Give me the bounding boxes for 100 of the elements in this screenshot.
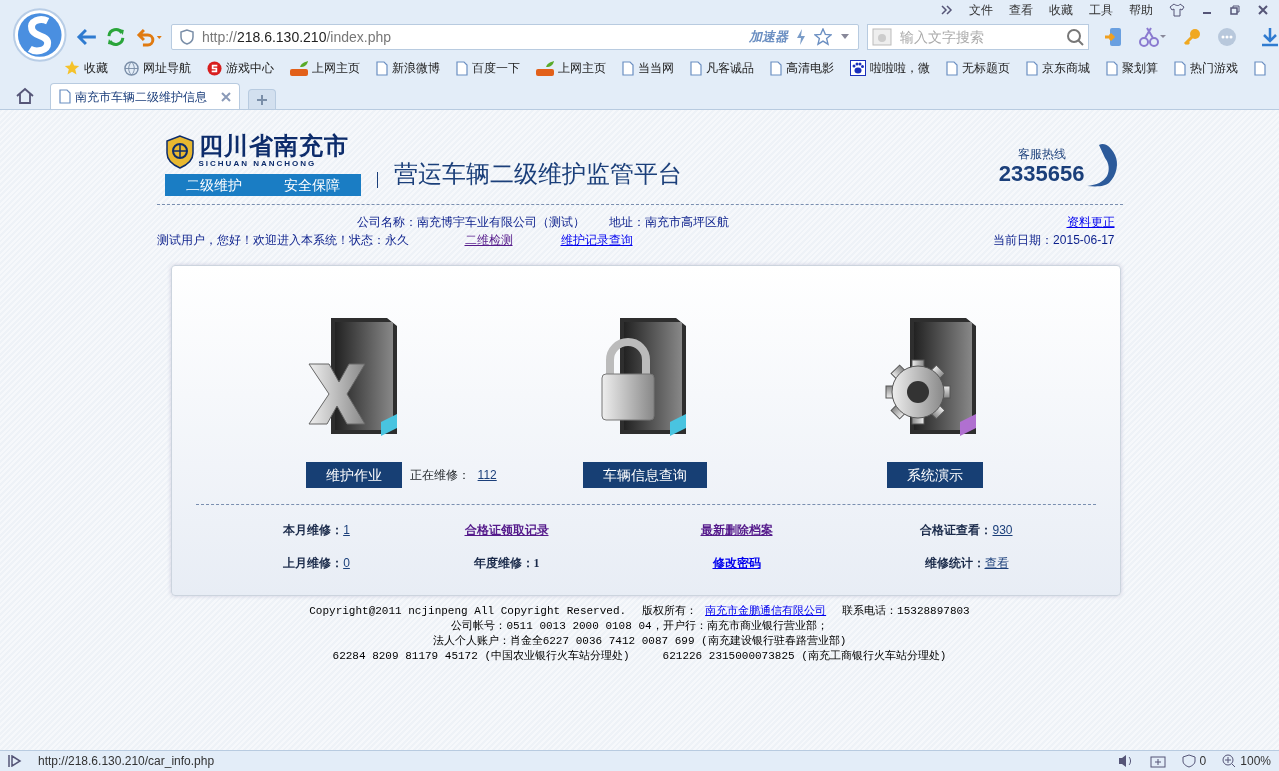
footer-line: 公司帐号：0511 0013 2000 0108 04，开户行：南充市商业银行营业部；: [450, 619, 829, 634]
module-button[interactable]: 维护作业: [305, 462, 402, 488]
stat-value-link[interactable]: 0: [343, 553, 350, 572]
bookmark-link[interactable]: 热门游戏: [1190, 59, 1238, 77]
repair-count-link[interactable]: 112: [477, 466, 497, 484]
nav-link-text[interactable]: 二维检测: [464, 231, 513, 249]
stat-value-link[interactable]: 1: [343, 520, 350, 539]
bookmark-link[interactable]: 收藏: [84, 59, 108, 77]
download-icon[interactable]: [1261, 27, 1279, 47]
blocked-count: 0: [1199, 753, 1207, 770]
menu-item[interactable]: 工具: [1089, 1, 1113, 19]
paw-icon: [850, 60, 866, 76]
star-icon: [64, 60, 80, 76]
shield-icon: [179, 29, 194, 45]
zoom-icon[interactable]: [1222, 754, 1237, 768]
bookmark-link[interactable]: 京东商城: [1042, 59, 1090, 77]
toolbox-icon[interactable]: [1149, 754, 1166, 768]
image-icon: [871, 28, 892, 46]
bookmark-link[interactable]: 新浪微博: [392, 59, 440, 77]
bookmark-link[interactable]: 聚划算: [1122, 59, 1158, 77]
bookmark-link[interactable]: 游戏中心: [226, 59, 274, 77]
page-icon: [1106, 60, 1118, 76]
dropdown-icon[interactable]: [839, 34, 850, 40]
menu-item[interactable]: 查看: [1009, 1, 1033, 19]
address-bar[interactable]: http://218.6.130.210/index.php 加速器: [170, 24, 859, 50]
page-icon: [1174, 60, 1186, 76]
bookmark-link[interactable]: 无标题页: [962, 59, 1010, 77]
update-link[interactable]: 资料更正: [1066, 213, 1115, 231]
hotline-label: 客服热线: [1016, 146, 1067, 163]
module-button[interactable]: 系统演示: [886, 462, 983, 488]
lightning-icon[interactable]: [795, 29, 806, 45]
search-icon[interactable]: [1066, 28, 1084, 46]
stat-label: 合格证查看：: [920, 521, 993, 539]
page-icon: [690, 60, 702, 76]
bookmark-link[interactable]: 高清电影: [786, 59, 834, 77]
region-subtitle: SICHUAN NANCHONG: [198, 158, 318, 170]
scissors-icon[interactable]: [1139, 27, 1167, 47]
page-icon: [946, 60, 958, 76]
status-url: http://218.6.130.210/car_info.php: [38, 753, 215, 770]
undo-icon[interactable]: [135, 27, 163, 47]
more-icon[interactable]: [941, 5, 953, 15]
page-icon: [622, 60, 634, 76]
close-icon[interactable]: [1257, 5, 1269, 15]
game-icon: [207, 60, 222, 76]
back-icon[interactable]: [75, 27, 98, 47]
stat-value-link[interactable]: 930: [992, 520, 1013, 539]
stat-label: 本月维修：: [283, 521, 344, 539]
platform-title: 营运车辆二级维护监管平台: [393, 159, 682, 189]
page-icon: [1254, 60, 1266, 76]
zoom-level[interactable]: 100%: [1240, 752, 1271, 770]
browser-tab[interactable]: 南充市车辆二级维护信息: [50, 83, 240, 109]
stat-label: 上月维修：: [283, 554, 344, 572]
bookmark-link[interactable]: 当当网: [638, 59, 674, 77]
stat-value-link[interactable]: 查看: [984, 553, 1009, 572]
company-address: 地址：南充市高坪区航: [608, 214, 729, 231]
page-icon: [456, 60, 468, 76]
menu-item[interactable]: 帮助: [1129, 1, 1153, 19]
page-icon: [376, 60, 388, 76]
page-icon: [1026, 60, 1038, 76]
restore-icon[interactable]: [1229, 5, 1241, 15]
menu-item[interactable]: 文件: [969, 1, 993, 19]
star-icon[interactable]: [813, 28, 832, 46]
sidebar-toggle-icon[interactable]: [8, 755, 22, 767]
bookmark-link[interactable]: 百度一下: [472, 59, 520, 77]
module-button[interactable]: 车辆信息查询: [583, 462, 708, 488]
current-date: 当前日期：2015-06-17: [993, 232, 1115, 249]
company-name: 公司名称：南充博宇车业有限公司（测试）: [356, 214, 585, 231]
nav-link-text[interactable]: 维护记录查询: [560, 231, 633, 249]
bookmark-link[interactable]: 上网主页: [558, 59, 606, 77]
page-icon: [770, 60, 782, 76]
stat-label: 年度维修：: [473, 554, 534, 572]
owner-label: 版权所有：: [642, 605, 698, 617]
stat-link[interactable]: 最新删除档案: [700, 520, 773, 539]
globe-icon: [124, 60, 139, 76]
tab-title: 南充市车辆二级维护信息: [75, 88, 208, 106]
bookmark-link[interactable]: 啦啦啦，微: [870, 59, 930, 77]
new-tab-button[interactable]: [248, 89, 276, 109]
slogan-text: 二级维护: [185, 175, 242, 195]
emblem-icon: [164, 135, 195, 169]
hotline-number: 2335656: [998, 163, 1085, 185]
region-title: 四川省南充市: [198, 134, 349, 158]
device-icon[interactable]: [1105, 27, 1123, 47]
bookmark-link[interactable]: 上网主页: [312, 59, 360, 77]
leaf-logo-icon: [536, 60, 554, 76]
home-icon[interactable]: [16, 87, 34, 105]
menu-item[interactable]: 收藏: [1049, 1, 1073, 19]
copyright-text: Copyright@2011 ncjinpeng All Copyright Reserved.: [309, 604, 627, 619]
bookmark-link[interactable]: 网址导航: [143, 59, 191, 77]
bookmark-link[interactable]: 凡客诚品: [706, 59, 754, 77]
shirt-icon[interactable]: [1169, 3, 1185, 17]
stat-link[interactable]: 修改密码: [712, 553, 761, 572]
speaker-icon[interactable]: [1117, 754, 1134, 768]
footer-line: 62284 8209 81179 45172 (中国农业银行火车站分理处) 621226 2315000073825 (南充工商银行火车站分理处): [331, 649, 948, 664]
owner-link[interactable]: 南充市金鹏通信有限公司: [705, 605, 827, 617]
stat-link[interactable]: 合格证领取记录: [464, 520, 549, 539]
footer-line: 法人个人账户：肖金全6227 0036 7412 0087 699 (南充建设银行驻春路营业部): [431, 634, 848, 649]
contact-phone: 联系电话：15328897803: [842, 604, 970, 619]
close-icon[interactable]: [221, 91, 231, 102]
ad-block-icon[interactable]: [1181, 754, 1196, 768]
browser-logo[interactable]: [12, 7, 68, 63]
